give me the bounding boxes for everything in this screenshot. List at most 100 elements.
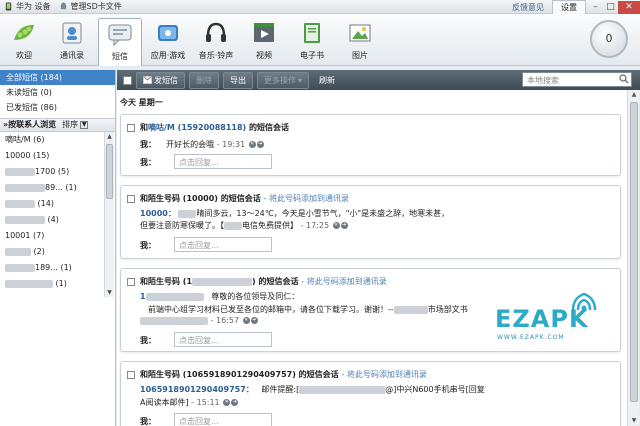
settings-button[interactable]: 设置	[552, 0, 586, 15]
forward-message-icon[interactable]: ➜	[256, 141, 264, 148]
contact-item[interactable]: 1700 (5)	[0, 164, 102, 180]
sidebar-item-all-sms[interactable]: 全部短信 (184)	[0, 70, 115, 85]
add-to-contacts-link[interactable]: - 将此号码添加到通讯录	[341, 370, 426, 379]
sidebar-scrollbar[interactable]: ▲ ▼	[104, 132, 114, 297]
refresh-button[interactable]: 刷新	[313, 73, 341, 88]
tool-music[interactable]: 音乐·铃声	[194, 18, 238, 64]
add-to-contacts-link[interactable]: - 将此号码添加到通讯录	[264, 194, 349, 203]
forward-message-icon[interactable]: ➜	[250, 317, 258, 324]
redacted-text	[5, 247, 31, 256]
contact-item[interactable]: (1)	[0, 276, 102, 292]
feedback-link[interactable]: 反馈意见	[512, 2, 544, 13]
conversation-card[interactable]: 和嘀咕/M (15920088118) 的短信会话 我： 开好长的会哦 - 19…	[120, 114, 621, 176]
manage-sd-link[interactable]: 管理SD卡文件	[59, 1, 122, 12]
reply-input[interactable]: 点击回复...	[174, 154, 272, 169]
select-all-checkbox[interactable]	[123, 75, 132, 85]
contact-item[interactable]: 10000 (15)	[0, 148, 102, 164]
tool-pictures[interactable]: 图片	[338, 18, 382, 64]
scroll-down-icon[interactable]: ▼	[105, 288, 114, 297]
message-line: 10000： 晴间多云，13～24℃，今天是小雪节气，"小"是未盛之辞，地寒未甚…	[140, 209, 450, 218]
contact-item[interactable]: 10001 (7)	[0, 228, 102, 244]
conversation-checkbox[interactable]	[127, 278, 135, 286]
tool-sms[interactable]: 短信	[98, 18, 142, 66]
reply-input[interactable]: 点击回复...	[174, 413, 272, 426]
maximize-button[interactable]: □	[603, 1, 618, 14]
contacts-icon	[62, 22, 82, 44]
redacted-text	[5, 279, 53, 288]
sort-label: 排序	[62, 120, 79, 129]
conversation-checkbox[interactable]	[127, 195, 135, 203]
contact-item[interactable]: (14)	[0, 196, 102, 212]
more-actions-button[interactable]: 更多操作 ▾	[257, 71, 310, 89]
redacted-text	[224, 221, 242, 230]
forward-message-icon[interactable]: ➜	[340, 222, 348, 229]
contact-item[interactable]: 189... (1)	[0, 260, 102, 276]
conversation-checkbox[interactable]	[127, 371, 135, 379]
chevron-down-icon: ▼	[80, 121, 89, 129]
contact-name-link[interactable]: 嘀咕/M (15920088118)	[148, 123, 246, 132]
chevron-down-icon: ▾	[298, 75, 303, 85]
delete-button[interactable]: 删除	[189, 71, 219, 89]
local-search-input[interactable]: 本地搜索	[522, 72, 632, 87]
conversation-title: 和陌生号码 (1) 的短信会话 - 将此号码添加到通讯录	[140, 277, 387, 286]
forward-message-icon[interactable]: ➜	[231, 399, 239, 406]
main-scrollbar[interactable]: ▲ ▼	[627, 90, 639, 426]
redacted-text	[5, 183, 45, 192]
ezapk-watermark: EZAPK WWW.EZAPK.COM	[495, 290, 615, 341]
redacted-text	[178, 209, 197, 218]
sidebar-item-unread-sms[interactable]: 未读短信 (0)	[0, 85, 115, 100]
envelope-icon	[143, 76, 152, 84]
redacted-text	[5, 263, 35, 272]
redacted-text	[145, 292, 204, 301]
send-sms-button[interactable]: 发短信	[136, 71, 185, 89]
android-icon	[60, 2, 66, 10]
scroll-down-icon[interactable]: ▼	[629, 416, 639, 426]
tool-ebook[interactable]: 电子书	[290, 18, 334, 64]
add-to-contacts-link[interactable]: - 将此号码添加到通讯录	[301, 277, 386, 286]
sidebar: 全部短信 (184) 未读短信 (0) 已发短信 (86) »按联系人浏览 排序…	[0, 70, 116, 426]
delete-message-icon[interactable]: ✕	[332, 222, 340, 229]
delete-message-icon[interactable]: ✕	[242, 317, 250, 324]
redacted-text	[5, 167, 35, 176]
redacted-text	[5, 215, 45, 224]
close-button[interactable]: ✕	[618, 0, 640, 14]
scroll-thumb[interactable]	[106, 144, 113, 199]
section-title: »按联系人浏览	[3, 120, 57, 129]
message-line: 1065918901290409757： 邮件提醒:[@]中兴N600手机串号[…	[140, 385, 485, 394]
contact-item[interactable]: 89... (1)	[0, 180, 102, 196]
redacted-text	[192, 277, 253, 286]
search-placeholder: 本地搜索	[527, 76, 559, 85]
device-menu[interactable]: 华为 设备	[4, 1, 51, 12]
contact-item[interactable]: 嘀咕/M (6)	[0, 132, 102, 148]
redacted-text	[299, 385, 386, 394]
message-line: - 16:57 ✕ ➜	[140, 316, 258, 325]
tool-video[interactable]: 视频	[242, 18, 286, 64]
delete-message-icon[interactable]: ✕	[248, 141, 256, 148]
search-icon[interactable]	[619, 74, 629, 84]
sort-button[interactable]: 排序 ▼	[62, 118, 89, 132]
delete-message-icon[interactable]: ✕	[223, 399, 231, 406]
conversation-checkbox[interactable]	[127, 124, 135, 132]
scroll-up-icon[interactable]: ▲	[105, 132, 114, 141]
conversation-card[interactable]: 和陌生号码 (10000) 的短信会话 - 将此号码添加到通讯录 10000： …	[120, 185, 621, 259]
watermark-brand: EZAPK	[495, 305, 589, 333]
contact-item[interactable]: (4)	[0, 212, 102, 228]
transfer-counter[interactable]: 0	[590, 20, 628, 58]
minimize-button[interactable]: –	[588, 1, 603, 14]
export-button[interactable]: 导出	[223, 71, 253, 89]
conversation-card[interactable]: 和陌生号码 (1065918901290409757) 的短信会话 - 将此号码…	[120, 361, 621, 426]
conversation-title: 和陌生号码 (10000) 的短信会话 - 将此号码添加到通讯录	[140, 194, 349, 203]
tool-welcome[interactable]: 欢迎	[2, 18, 46, 64]
reply-input[interactable]: 点击回复...	[174, 237, 272, 252]
scroll-thumb[interactable]	[630, 102, 638, 402]
message-line: 但要注意防寒保暖了。【 电信免费提供】 - 17:25 ✕ ➜	[140, 221, 348, 230]
tool-label: 电子书	[300, 51, 324, 60]
scroll-up-icon[interactable]: ▲	[629, 90, 639, 100]
tool-contacts[interactable]: 通讯录	[50, 18, 94, 64]
sidebar-item-sent-sms[interactable]: 已发短信 (86)	[0, 100, 115, 115]
contact-item[interactable]: (2)	[0, 244, 102, 260]
reply-input[interactable]: 点击回复...	[174, 332, 272, 347]
tool-apps[interactable]: 应用·游戏	[146, 18, 190, 64]
tool-label: 应用·游戏	[150, 51, 186, 60]
conversation-title: 和嘀咕/M (15920088118) 的短信会话	[140, 123, 290, 132]
